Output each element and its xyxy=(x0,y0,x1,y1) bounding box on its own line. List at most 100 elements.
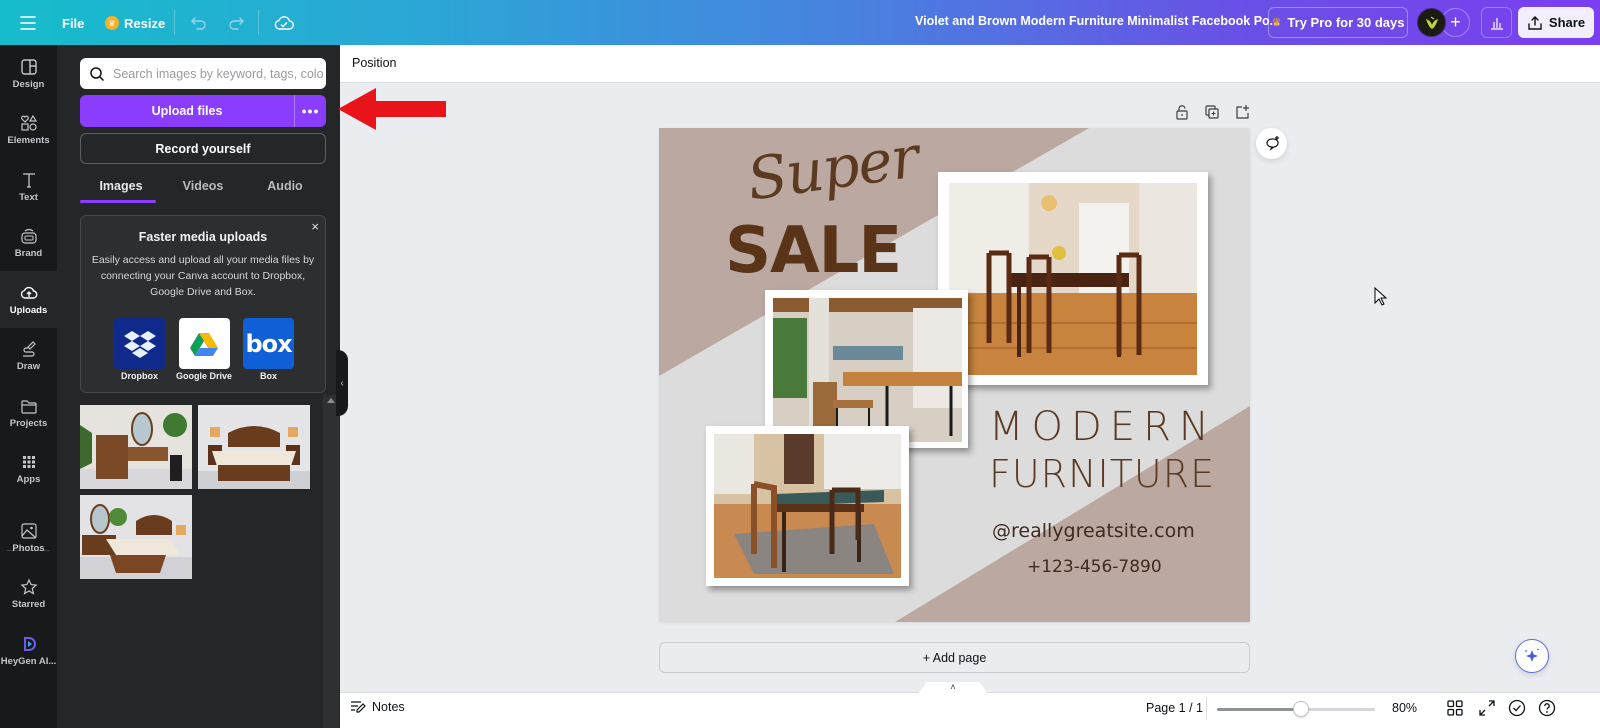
cloud-upload-icon xyxy=(20,286,37,299)
notes-button[interactable]: Notes xyxy=(350,700,405,714)
close-promo-button[interactable]: × xyxy=(311,219,319,234)
undo-button[interactable] xyxy=(188,12,210,34)
uploaded-image-thumbnail[interactable] xyxy=(198,405,310,489)
uploaded-image-thumbnail[interactable] xyxy=(80,405,192,489)
photo-frame-cafe[interactable] xyxy=(765,290,968,448)
document-title[interactable]: Violet and Brown Modern Furniture Minima… xyxy=(915,14,1280,28)
side-navigation: Design Elements Text Brand Uploads Draw … xyxy=(0,45,57,728)
position-button[interactable]: Position xyxy=(352,56,396,70)
sale-headline[interactable]: SALE xyxy=(725,214,902,288)
add-comment-button[interactable] xyxy=(1256,128,1287,159)
star-icon xyxy=(19,578,38,595)
dining-room-photo xyxy=(949,183,1197,375)
zoom-slider-fill xyxy=(1217,708,1301,711)
help-icon[interactable] xyxy=(1538,699,1556,717)
tab-videos[interactable]: Videos xyxy=(162,171,244,203)
comment-plus-icon xyxy=(1265,135,1279,151)
share-button[interactable]: Share xyxy=(1518,7,1594,38)
panel-scrollbar[interactable] xyxy=(323,395,339,728)
rail-item-text[interactable]: Text xyxy=(0,158,57,215)
upload-files-button[interactable]: Upload files xyxy=(80,95,294,127)
text-icon xyxy=(22,172,35,188)
search-box[interactable] xyxy=(80,58,326,89)
promo-text: Easily access and upload all your media … xyxy=(91,254,315,298)
rail-item-uploads[interactable]: Uploads xyxy=(0,271,57,328)
mouse-cursor-icon xyxy=(1374,287,1388,306)
zoom-percentage[interactable]: 80% xyxy=(1392,701,1417,715)
crown-icon: ♛ xyxy=(1271,17,1282,29)
more-upload-options-button[interactable]: ••• xyxy=(294,95,326,127)
faster-uploads-promo: × Faster media uploads Easily access and… xyxy=(80,215,326,393)
furniture-heading[interactable]: FURNITURE xyxy=(989,452,1215,496)
rail-item-draw[interactable]: Draw xyxy=(0,327,57,384)
record-yourself-button[interactable]: Record yourself xyxy=(80,133,326,164)
magic-assistant-button[interactable] xyxy=(1515,639,1549,673)
rail-item-photos[interactable]: Photos xyxy=(0,509,57,566)
heygen-logo-icon xyxy=(23,636,36,651)
design-page[interactable]: Super SALE MODERN FURNITURE @reallygreat… xyxy=(659,128,1250,622)
check-circle-icon[interactable] xyxy=(1508,699,1526,717)
search-input[interactable] xyxy=(113,66,323,81)
rail-item-starred[interactable]: Starred xyxy=(0,565,57,622)
image-icon xyxy=(20,522,37,539)
zoom-slider-handle[interactable] xyxy=(1292,701,1309,717)
duplicate-page-icon[interactable] xyxy=(1204,104,1220,120)
uploaded-image-thumbnail[interactable] xyxy=(80,495,192,579)
search-icon xyxy=(90,66,105,81)
lock-icon[interactable] xyxy=(1174,104,1190,120)
redo-button[interactable] xyxy=(225,12,247,34)
phone-text[interactable]: +123-456-7890 xyxy=(1027,557,1162,577)
provider-list: Dropbox Google Drive box Box xyxy=(114,318,295,381)
rail-item-design[interactable]: Design xyxy=(0,45,57,102)
dining-rug-photo xyxy=(714,434,901,578)
modern-heading[interactable]: MODERN xyxy=(989,404,1217,450)
apps-grid-icon xyxy=(22,455,35,468)
undo-icon xyxy=(191,17,206,30)
resize-button[interactable]: ♛ Resize xyxy=(105,12,165,34)
tab-images[interactable]: Images xyxy=(80,171,162,203)
zoom-slider[interactable] xyxy=(1217,701,1375,717)
grid-view-icon[interactable] xyxy=(1446,699,1464,717)
photo-frame-dining-room[interactable] xyxy=(938,172,1208,385)
insights-button[interactable] xyxy=(1481,7,1512,38)
chevron-up-icon: ˄ xyxy=(950,682,956,692)
brand-icon xyxy=(20,228,37,244)
crown-icon: ♛ xyxy=(105,16,119,30)
rail-item-projects[interactable]: Projects xyxy=(0,384,57,441)
hamburger-menu-icon xyxy=(20,16,36,30)
add-page-icon[interactable] xyxy=(1234,104,1250,120)
collapse-panel-button[interactable]: ‹ xyxy=(336,350,348,416)
connect-google-drive-button[interactable]: Google Drive xyxy=(176,318,232,381)
notes-label: Notes xyxy=(372,700,405,714)
uploads-panel: Upload files ••• Record yourself Images … xyxy=(57,45,340,728)
rail-item-brand[interactable]: Brand xyxy=(0,214,57,271)
user-avatar[interactable] xyxy=(1417,8,1446,37)
connect-dropbox-button[interactable]: Dropbox xyxy=(114,318,165,381)
rail-item-elements[interactable]: Elements xyxy=(0,101,57,158)
main-menu-button[interactable] xyxy=(16,11,40,35)
save-status-button[interactable] xyxy=(272,11,296,35)
tab-audio[interactable]: Audio xyxy=(244,171,326,203)
connect-box-button[interactable]: box Box xyxy=(243,318,295,381)
media-tabs: Images Videos Audio xyxy=(80,171,326,203)
file-menu-button[interactable]: File xyxy=(62,12,84,34)
page-indicator[interactable]: Page 1 / 1 xyxy=(1146,701,1203,715)
fullscreen-icon[interactable] xyxy=(1478,699,1496,717)
box-logo-icon: box xyxy=(243,318,295,369)
page-tools xyxy=(1174,104,1250,120)
bottom-bar: Notes Page 1 / 1 80% xyxy=(340,692,1600,728)
photo-frame-dining-rug[interactable] xyxy=(706,426,909,586)
add-page-button[interactable]: + Add page xyxy=(659,642,1250,673)
rail-item-heygen[interactable]: HeyGen AI... xyxy=(0,622,57,679)
try-pro-button[interactable]: ♛ Try Pro for 30 days xyxy=(1268,7,1408,38)
chevron-left-icon: ‹ xyxy=(340,377,344,389)
red-annotation-arrow xyxy=(338,88,446,130)
sparkle-icon xyxy=(1524,648,1540,662)
try-pro-label: Try Pro for 30 days xyxy=(1287,15,1405,30)
folder-icon xyxy=(20,399,37,414)
website-text[interactable]: @reallygreatsite.com xyxy=(992,520,1195,542)
expand-pages-button[interactable]: ˄ xyxy=(918,682,988,694)
layout-icon xyxy=(20,58,37,75)
share-label: Share xyxy=(1548,15,1586,30)
rail-item-apps[interactable]: Apps xyxy=(0,440,57,497)
